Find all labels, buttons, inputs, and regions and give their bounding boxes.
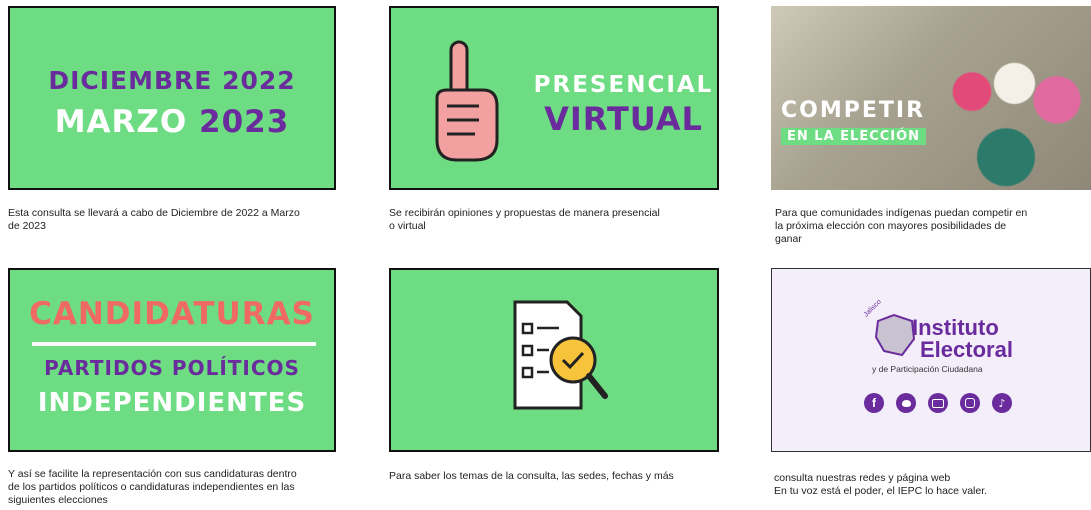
compete-caption: Para que comunidades indígenas puedan co… (775, 207, 1028, 245)
candidacies-caption: Y así se facilite la representación con … (8, 468, 297, 506)
dates-caption: Esta consulta se llevará a cabo de Dicie… (8, 207, 300, 232)
social-icons: f ♪ (864, 393, 1012, 413)
logo-line-3: y de Participación Ciudadana (872, 364, 983, 374)
candidacies-line-1: CANDIDATURAS (29, 296, 315, 332)
facebook-icon[interactable]: f (864, 393, 884, 413)
dates-image: DICIEMBRE 2022 MARZO 2023 (8, 6, 336, 190)
modality-line-2: VIRTUAL (544, 100, 703, 138)
modality-line-1: PRESENCIAL (533, 72, 714, 98)
dates-line-1: DICIEMBRE 2022 (48, 66, 296, 95)
candidacies-divider (32, 342, 316, 346)
checklist-magnifier-icon (513, 300, 608, 410)
topics-image (389, 268, 719, 452)
modality-caption: Se recibirán opiniones y propuestas de m… (389, 207, 660, 232)
logo-line-2: Electoral (920, 337, 1013, 362)
modality-image: PRESENCIAL VIRTUAL (389, 6, 719, 190)
compete-image: COMPETIR EN LA ELECCIÓN (771, 6, 1091, 190)
twitter-icon[interactable] (896, 393, 916, 413)
candidacies-line-2: PARTIDOS POLÍTICOS (44, 356, 300, 380)
youtube-icon[interactable] (928, 393, 948, 413)
candidacies-line-3: INDEPENDIENTES (37, 388, 307, 418)
tiktok-icon[interactable]: ♪ (992, 393, 1012, 413)
compete-line-1: COMPETIR (781, 98, 926, 123)
dates-line-2b: 2023 (199, 104, 290, 140)
iepc-image: Jalisco Instituto Electoral y de Partici… (771, 268, 1091, 452)
dates-line-2a: MARZO (54, 104, 188, 140)
people-photo (921, 26, 1091, 190)
topics-caption: Para saber los temas de la consulta, las… (389, 470, 674, 482)
candidacies-image: CANDIDATURAS PARTIDOS POLÍTICOS INDEPEND… (8, 268, 336, 452)
dates-line-2: MARZO 2023 (10, 104, 334, 140)
iepc-caption: consulta nuestras redes y página web En … (774, 472, 988, 497)
instagram-icon[interactable] (960, 393, 980, 413)
hand-one-finger-icon (435, 40, 499, 162)
compete-line-2: EN LA ELECCIÓN (781, 128, 927, 145)
